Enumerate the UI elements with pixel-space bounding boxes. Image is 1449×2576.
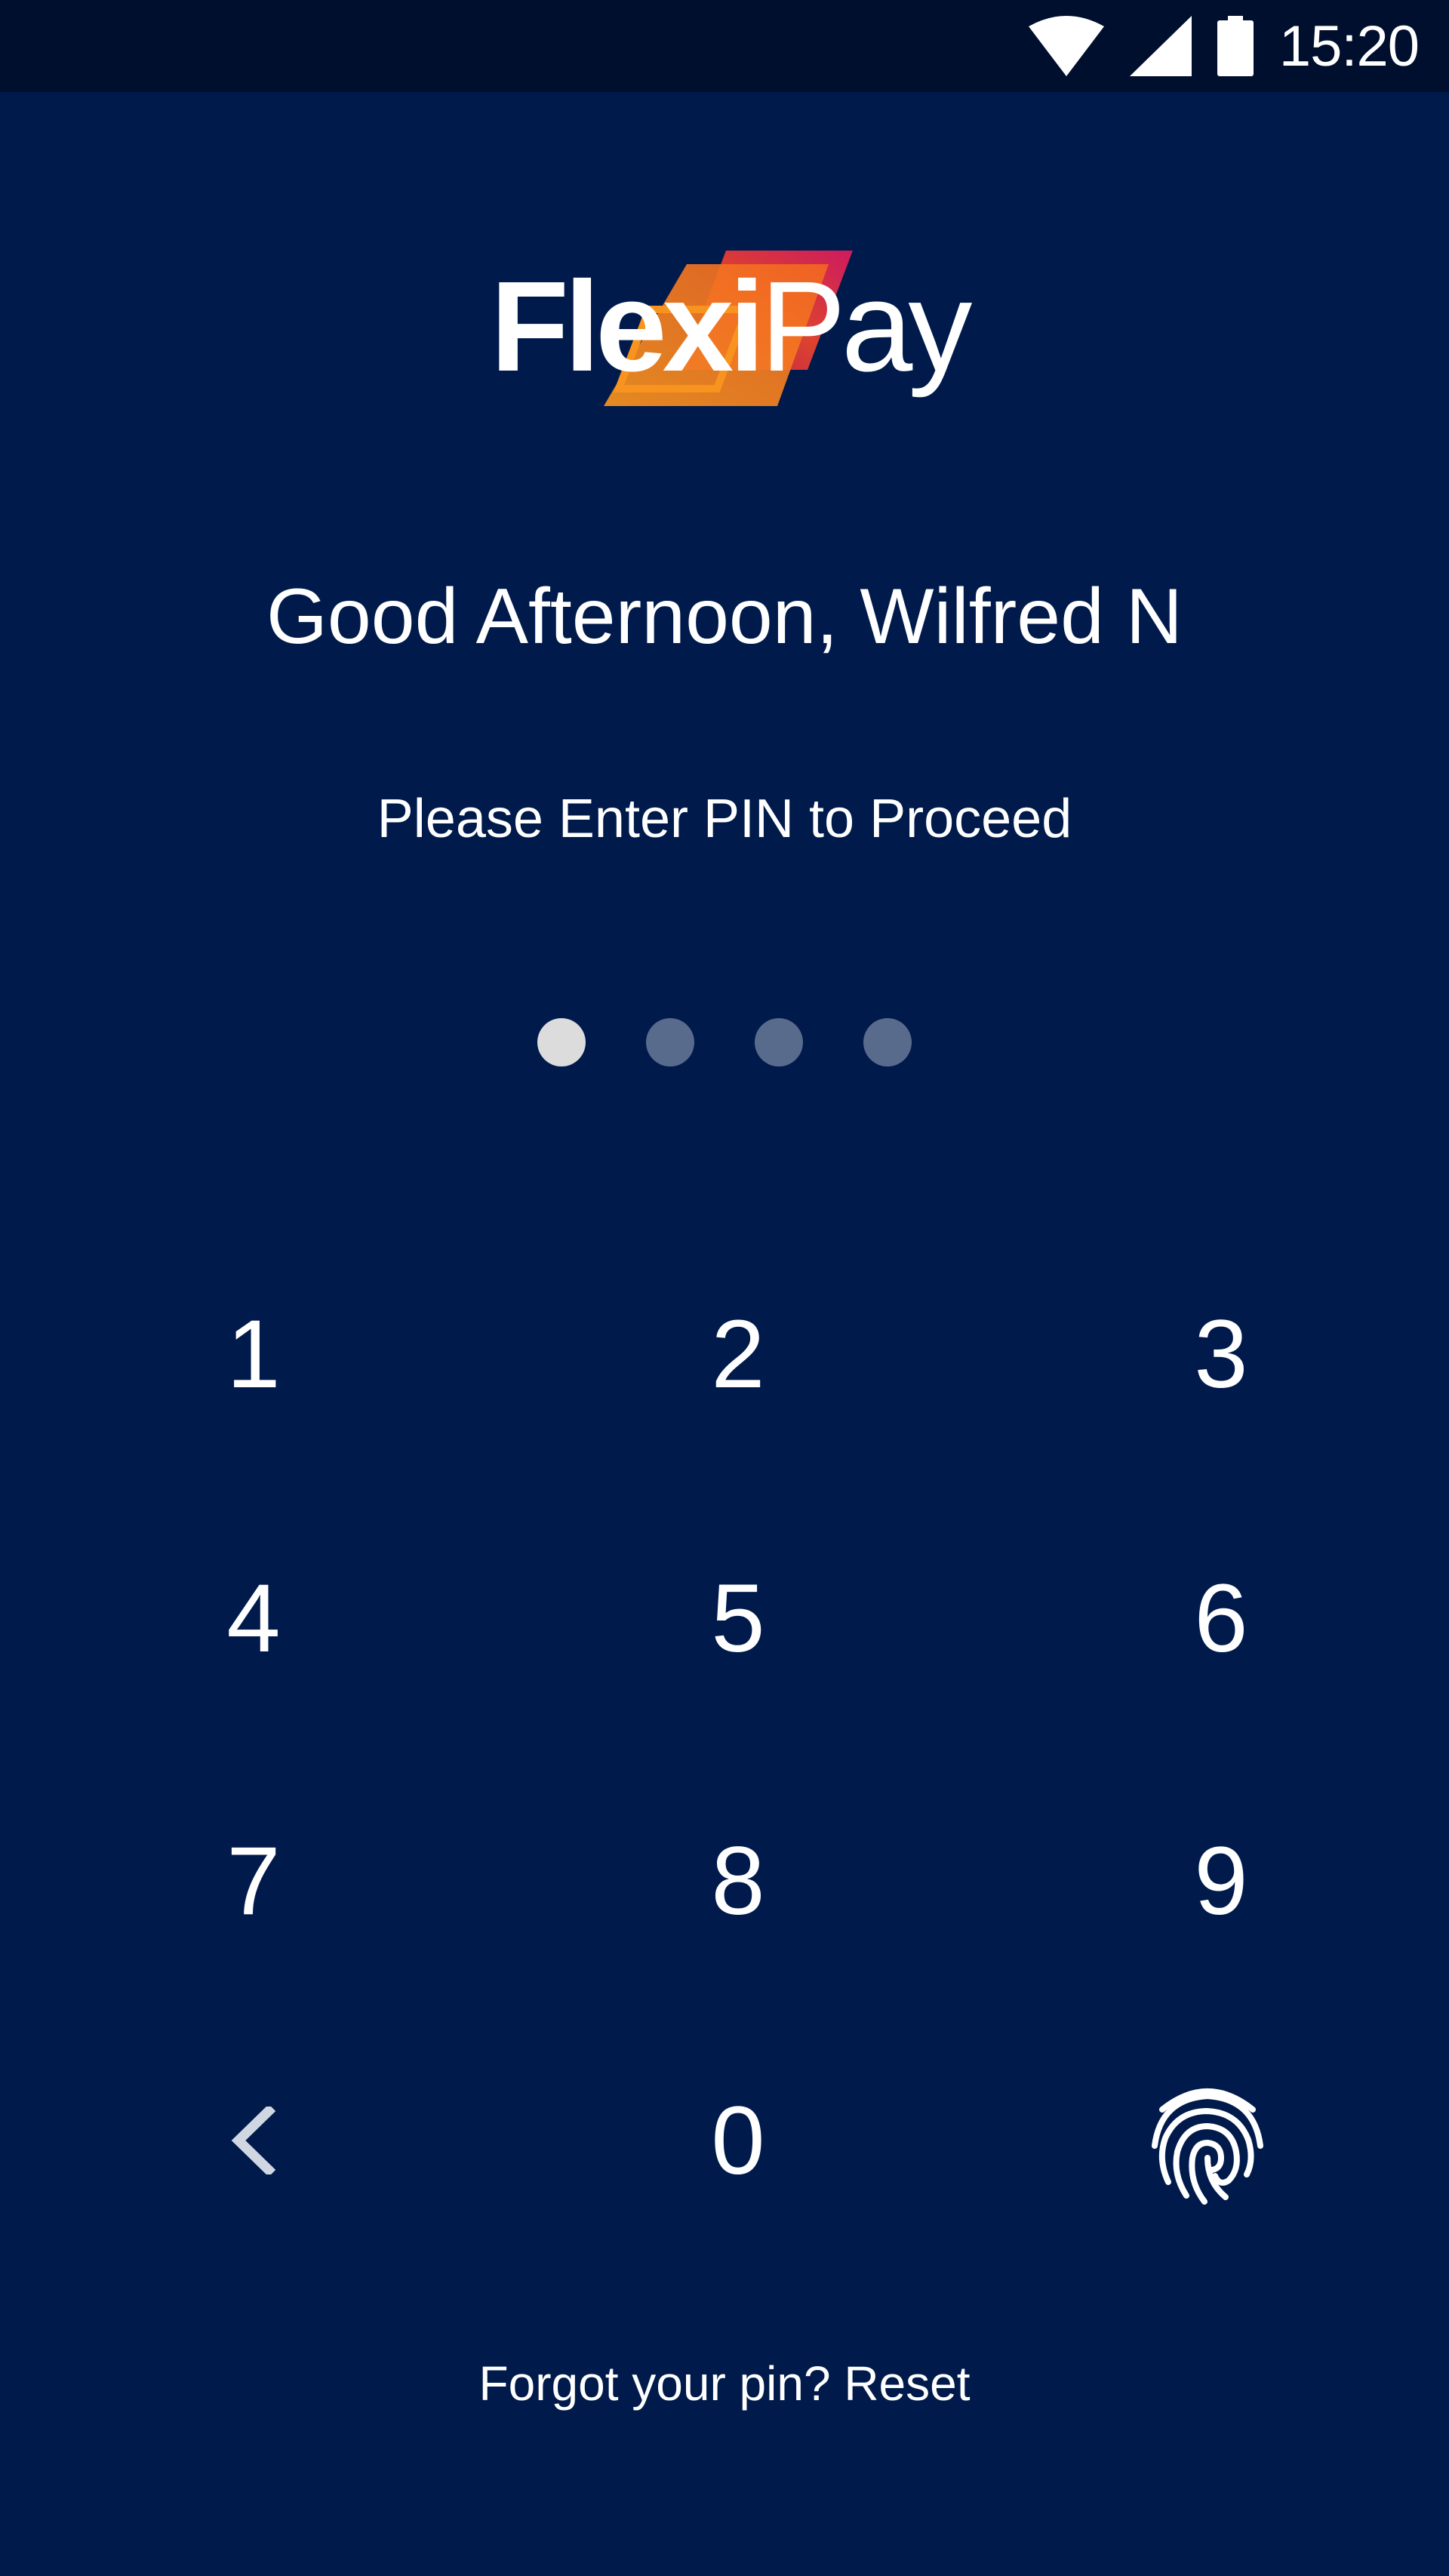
key-1[interactable]: 1 (125, 1241, 382, 1467)
key-7[interactable]: 7 (125, 1768, 382, 1994)
key-3[interactable]: 3 (1093, 1241, 1349, 1467)
key-4[interactable]: 4 (125, 1505, 382, 1731)
key-2[interactable]: 2 (610, 1241, 866, 1467)
chevron-left-icon (231, 2107, 276, 2174)
key-6[interactable]: 6 (1093, 1505, 1349, 1731)
key-5[interactable]: 5 (610, 1505, 866, 1731)
numeric-keypad: 1 2 3 4 5 6 7 8 9 0 (0, 0, 1449, 2576)
key-9[interactable]: 9 (1093, 1768, 1349, 1994)
back-button[interactable] (125, 2027, 382, 2254)
forgot-pin-reset-link[interactable]: Forgot your pin? Reset (0, 2353, 1449, 2414)
fingerprint-button[interactable] (1079, 2027, 1336, 2254)
key-8[interactable]: 8 (610, 1768, 866, 1994)
key-0[interactable]: 0 (610, 2027, 866, 2254)
fingerprint-icon (1152, 2088, 1263, 2205)
pin-entry-screen: 15:20 FlexiPay Good Afternoon, Wilfred N… (0, 0, 1449, 2576)
